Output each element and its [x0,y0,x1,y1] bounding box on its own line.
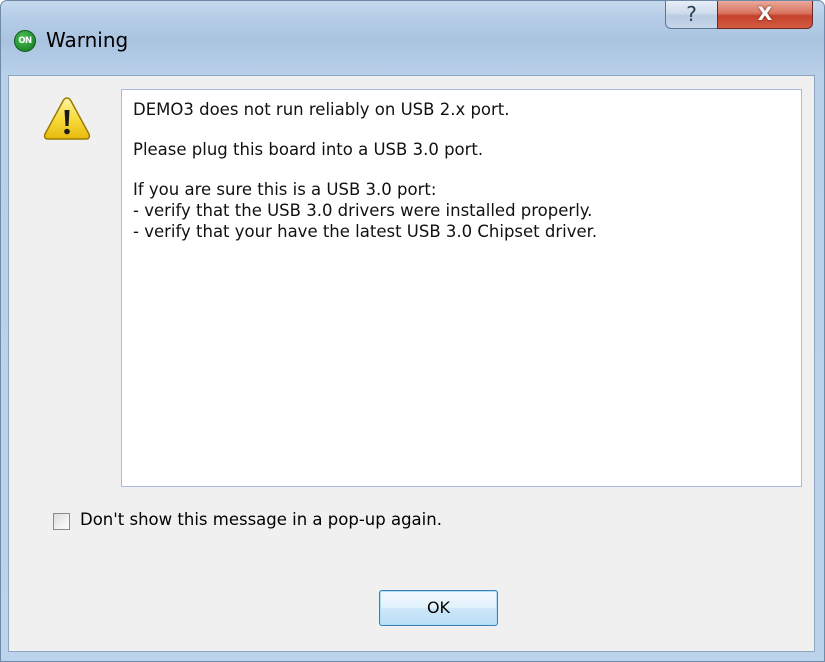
message-text-box[interactable]: DEMO3 does not run reliably on USB 2.x p… [121,89,802,487]
message-line: DEMO3 does not run reliably on USB 2.x p… [133,100,510,119]
message-line: If you are sure this is a USB 3.0 port: [133,180,437,199]
message-line: - verify that the USB 3.0 drivers were i… [133,201,593,220]
warning-triangle-icon [43,97,91,140]
app-logo-icon: ON [14,30,36,52]
message-line: Please plug this board into a USB 3.0 po… [133,140,484,159]
help-button[interactable]: ? [665,1,718,29]
dialog-body: DEMO3 does not run reliably on USB 2.x p… [8,75,815,652]
dont-show-again-checkbox[interactable] [53,513,70,530]
window-title: Warning [46,28,129,52]
ok-button[interactable]: OK [379,590,498,626]
dont-show-again-label[interactable]: Don't show this message in a pop-up agai… [80,510,442,529]
message-line: - verify that your have the latest USB 3… [133,222,598,241]
warning-dialog-window: ON Warning ? X DEMO3 does not run reliab… [0,0,825,662]
close-button[interactable]: X [717,1,813,29]
title-bar[interactable]: ON Warning ? X [1,1,824,75]
